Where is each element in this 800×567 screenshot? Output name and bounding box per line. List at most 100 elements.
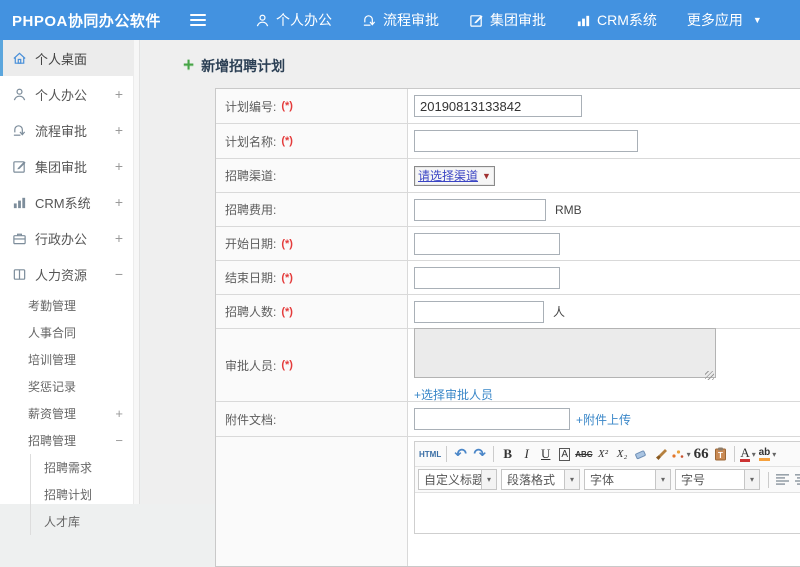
- expand-plus-icon[interactable]: +: [115, 122, 123, 138]
- sidebar-subitem-attendance[interactable]: 考勤管理: [0, 292, 139, 319]
- sidebar-item-personal-office[interactable]: 个人办公 +: [0, 76, 139, 112]
- expand-plus-icon[interactable]: +: [115, 158, 123, 174]
- sidebar-subitem-recruit-mgmt[interactable]: 招聘管理 −: [0, 427, 139, 454]
- caret-down-icon: ▼: [482, 170, 491, 181]
- start-date-input[interactable]: [414, 232, 560, 255]
- sidebar-item-group-approval[interactable]: 集团审批 +: [0, 148, 139, 184]
- sidebar-item-admin-office[interactable]: 行政办公 +: [0, 220, 139, 256]
- user-icon: [13, 88, 26, 100]
- attachment-input[interactable]: [414, 408, 570, 430]
- form-row-plan-name: 计划名称: (*): [216, 123, 800, 158]
- sidebar-item-crm-system[interactable]: CRM系统 +: [0, 184, 139, 220]
- expand-plus-icon[interactable]: +: [115, 230, 123, 246]
- strikethrough-button[interactable]: ABC: [574, 444, 593, 464]
- font-size-dropdown[interactable]: 字号 ▾: [675, 469, 760, 490]
- edit-icon: [470, 14, 483, 27]
- topnav-label: CRM系统: [597, 12, 657, 28]
- subscript-button[interactable]: X₂: [613, 444, 632, 464]
- top-bar: PHPOA协同办公软件 个人办公 流程审批 集团审批 CRM系统 更多应用 ▼: [0, 0, 800, 40]
- topnav-crm-system[interactable]: CRM系统: [561, 0, 672, 40]
- collapse-minus-icon[interactable]: −: [115, 433, 123, 448]
- caret-down-icon: ▾: [751, 449, 756, 459]
- home-icon: [13, 52, 26, 64]
- cost-input[interactable]: [414, 198, 546, 221]
- topnav-group-approval[interactable]: 集团审批: [454, 0, 561, 40]
- topnav-workflow-approval[interactable]: 流程审批: [347, 0, 454, 40]
- sidebar: 个人桌面 个人办公 + 流程审批 + 集团审批 + CRM系统 + 行政办公 +…: [0, 40, 140, 535]
- sidebar-subitem-recruit-demand[interactable]: 招聘需求: [0, 454, 139, 481]
- caret-down-icon: ▾: [686, 449, 691, 459]
- topnav-more-apps[interactable]: 更多应用 ▼: [672, 0, 777, 40]
- sidebar-subitem-rewards[interactable]: 奖惩记录: [0, 373, 139, 400]
- sidebar-item-label: 行政办公: [35, 231, 88, 247]
- upload-attachment-link[interactable]: +附件上传: [576, 411, 631, 428]
- sidebar-subitem-label: 奖惩记录: [28, 380, 77, 394]
- bar-chart-icon: [577, 15, 590, 26]
- editor-content-area[interactable]: [415, 493, 800, 533]
- form-row-attachment: 附件文档: +附件上传: [216, 401, 800, 436]
- undo-icon[interactable]: ↶: [451, 444, 470, 464]
- briefcase-icon: [13, 233, 26, 244]
- people-suffix: 人: [553, 305, 566, 319]
- plan-name-input[interactable]: [414, 130, 638, 152]
- bold-button[interactable]: B: [498, 444, 517, 464]
- sidebar-item-personal-desktop[interactable]: 个人桌面: [0, 40, 139, 76]
- channel-select[interactable]: 请选择渠道 ▼: [414, 165, 495, 186]
- process-icon: [13, 124, 26, 136]
- expand-plus-icon[interactable]: +: [115, 406, 123, 421]
- auto-typeset-icon[interactable]: ▾: [670, 444, 692, 464]
- headcount-input[interactable]: [414, 300, 544, 323]
- align-center-icon[interactable]: [792, 470, 800, 490]
- svg-text:T: T: [718, 451, 723, 460]
- custom-title-dropdown[interactable]: 自定义标题 ▾: [418, 469, 497, 490]
- sidebar-scrollbar[interactable]: [133, 40, 139, 504]
- paste-plain-clipboard-icon[interactable]: T: [711, 444, 730, 464]
- sidebar-subitem-label: 人事合同: [28, 326, 77, 340]
- sidebar-subitem-hr-contract[interactable]: 人事合同: [0, 319, 139, 346]
- background-color-button[interactable]: ab ▾: [758, 444, 778, 464]
- font-color-button[interactable]: A ▾: [739, 444, 758, 464]
- format-painter-brush-icon[interactable]: [651, 444, 670, 464]
- expand-plus-icon[interactable]: +: [115, 194, 123, 210]
- html-source-button[interactable]: HTML: [418, 444, 442, 464]
- approvers-textarea[interactable]: [414, 328, 716, 378]
- form-row-channel: 招聘渠道: 请选择渠道 ▼: [216, 158, 800, 192]
- blockquote-button[interactable]: 66: [692, 444, 711, 464]
- caret-down-icon: ▾: [564, 470, 579, 489]
- sidebar-subitem-talent-pool[interactable]: 人才库: [0, 508, 139, 535]
- plan-no-input[interactable]: [414, 95, 582, 117]
- remove-format-eraser-icon[interactable]: [632, 444, 651, 464]
- collapse-minus-icon[interactable]: −: [115, 266, 123, 282]
- field-label: 结束日期:: [225, 271, 277, 285]
- sidebar-item-label: 集团审批: [35, 159, 88, 175]
- required-mark: (*): [281, 237, 293, 250]
- sidebar-item-label: 流程审批: [35, 123, 88, 139]
- underline-button[interactable]: U: [536, 444, 555, 464]
- sidebar-item-label: CRM系统: [35, 195, 91, 211]
- select-approvers-link[interactable]: +选择审批人员: [414, 386, 493, 403]
- add-plus-icon: +: [183, 55, 195, 76]
- sidebar-item-human-resources[interactable]: 人力资源 −: [0, 256, 139, 292]
- font-family-dropdown[interactable]: 字体 ▾: [584, 469, 671, 490]
- editor-toolbar-row1: HTML ↶ ↷ B I U A ABC X² X₂ ▾ 66 T A ▾ ab…: [415, 442, 800, 467]
- superscript-button[interactable]: X²: [594, 444, 613, 464]
- sidebar-subitem-label: 招聘计划: [44, 488, 93, 502]
- align-left-icon[interactable]: [773, 470, 792, 490]
- sidebar-subitem-label: 培训管理: [28, 353, 77, 367]
- sidebar-subitem-label: 招聘需求: [44, 461, 93, 475]
- sidebar-subitem-label: 招聘管理: [28, 434, 77, 448]
- sidebar-subitem-training[interactable]: 培训管理: [0, 346, 139, 373]
- paragraph-format-dropdown[interactable]: 段落格式 ▾: [501, 469, 580, 490]
- field-label: 招聘渠道:: [225, 169, 277, 183]
- sidebar-item-workflow-approval[interactable]: 流程审批 +: [0, 112, 139, 148]
- bar-chart-icon: [13, 197, 26, 208]
- topnav-personal-office[interactable]: 个人办公: [240, 0, 347, 40]
- sidebar-subitem-salary[interactable]: 薪资管理 +: [0, 400, 139, 427]
- redo-icon[interactable]: ↷: [470, 444, 489, 464]
- italic-button[interactable]: I: [517, 444, 536, 464]
- hamburger-menu-icon[interactable]: [178, 0, 218, 40]
- expand-plus-icon[interactable]: +: [115, 86, 123, 102]
- field-label: 招聘人数:: [225, 305, 277, 319]
- end-date-input[interactable]: [414, 266, 560, 289]
- font-border-button[interactable]: A: [559, 447, 571, 461]
